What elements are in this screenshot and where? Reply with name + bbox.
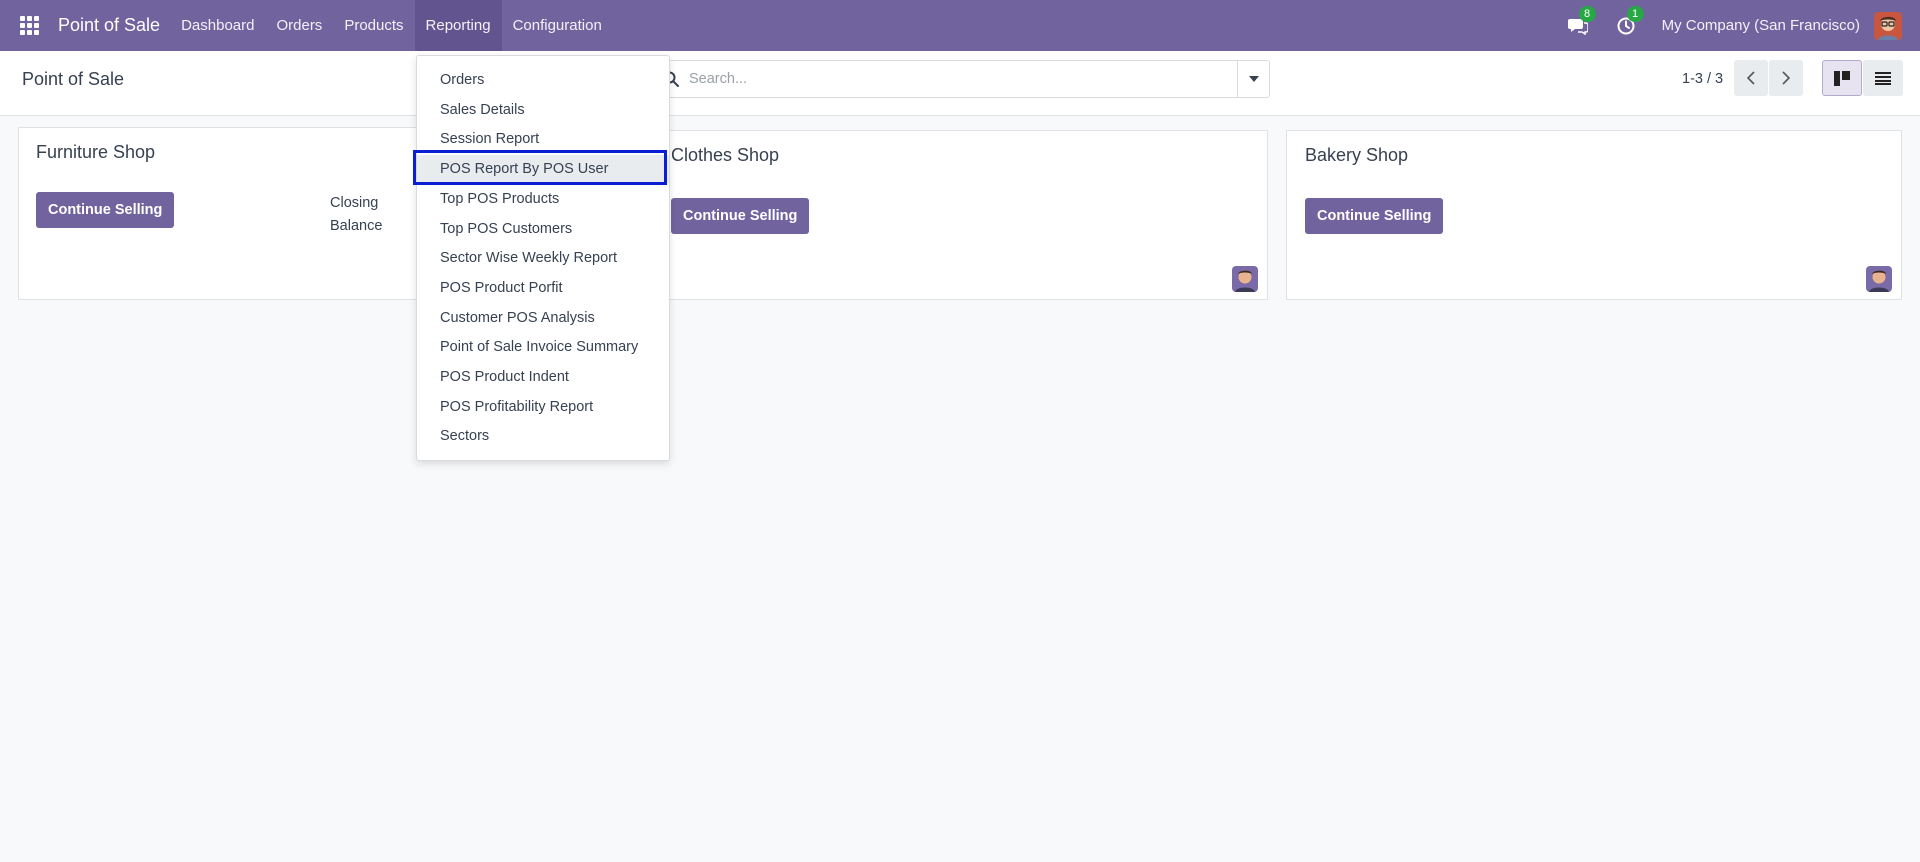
control-panel: Point of Sale 1-3 / 3 — [0, 51, 1920, 116]
pager-value[interactable]: 1-3 / 3 — [1682, 71, 1723, 87]
pager-previous-button[interactable] — [1734, 60, 1768, 96]
company-switcher[interactable]: My Company (San Francisco) — [1662, 17, 1860, 34]
menu-item-customer-pos-analysis[interactable]: Customer POS Analysis — [417, 304, 669, 332]
pager-next-button[interactable] — [1769, 60, 1803, 96]
menu-item-sectors[interactable]: Sectors — [417, 422, 669, 450]
kanban-view-button[interactable] — [1822, 60, 1862, 96]
menu-item-pos-profitability-report[interactable]: POS Profitability Report — [417, 393, 669, 421]
activities-button[interactable]: 1 — [1614, 5, 1644, 38]
menu-item-sales-details[interactable]: Sales Details — [417, 96, 669, 124]
pos-card-bakery-shop: Bakery Shop Continue Selling — [1286, 130, 1902, 300]
activities-count-badge: 1 — [1626, 5, 1644, 22]
card-title: Furniture Shop — [36, 142, 156, 162]
nav-configuration[interactable]: Configuration — [502, 0, 613, 51]
search-options-toggle[interactable] — [1237, 61, 1269, 97]
menu-item-top-pos-customers[interactable]: Top POS Customers — [417, 215, 669, 243]
nav-products[interactable]: Products — [333, 0, 414, 51]
user-avatar[interactable] — [1874, 11, 1902, 40]
menu-item-sector-wise-weekly-report[interactable]: Sector Wise Weekly Report — [417, 244, 669, 272]
kanban-icon — [1834, 70, 1850, 86]
continue-selling-button[interactable]: Continue Selling — [1305, 198, 1444, 234]
continue-selling-button[interactable]: Continue Selling — [671, 198, 810, 234]
menu-item-orders[interactable]: Orders — [417, 66, 669, 94]
menu-item-pos-product-profit[interactable]: POS Product Porfit — [417, 274, 669, 302]
messages-button[interactable]: 8 — [1566, 5, 1596, 38]
search-bar — [650, 60, 1270, 98]
card-title: Clothes Shop — [671, 145, 780, 165]
chevron-right-icon — [1782, 71, 1790, 85]
top-navbar: Point of Sale Dashboard Orders Products … — [0, 0, 1920, 51]
menu-item-session-report[interactable]: Session Report — [417, 125, 669, 153]
responsible-avatar[interactable] — [1232, 266, 1258, 292]
pos-card-furniture-shop: Furniture Shop Continue Selling Closing … — [18, 127, 428, 300]
apps-menu-icon[interactable] — [20, 15, 40, 36]
menu-item-pos-product-indent[interactable]: POS Product Indent — [417, 363, 669, 391]
search-input[interactable] — [689, 71, 1237, 87]
list-icon — [1875, 71, 1891, 85]
chevron-left-icon — [1747, 71, 1755, 85]
nav-orders[interactable]: Orders — [265, 0, 333, 51]
menu-item-pos-invoice-summary[interactable]: Point of Sale Invoice Summary — [417, 333, 669, 361]
list-view-button[interactable] — [1863, 60, 1903, 96]
nav-reporting[interactable]: Reporting — [414, 0, 502, 51]
closing-balance-label: Closing Balance — [330, 192, 382, 238]
messages-count-badge: 8 — [1578, 5, 1596, 22]
card-title: Bakery Shop — [1305, 145, 1409, 165]
caret-down-icon — [1248, 76, 1259, 82]
app-brand[interactable]: Point of Sale — [58, 15, 160, 36]
menu-item-top-pos-products[interactable]: Top POS Products — [417, 185, 669, 213]
menu-item-pos-report-by-pos-user[interactable]: POS Report By POS User — [417, 155, 669, 183]
continue-selling-button[interactable]: Continue Selling — [36, 192, 175, 228]
closing-label-line2: Balance — [330, 218, 383, 234]
closing-label-line1: Closing — [330, 195, 379, 211]
page-title: Point of Sale — [22, 69, 125, 89]
pos-card-clothes-shop: Clothes Shop Continue Selling — [656, 130, 1268, 300]
nav-dashboard[interactable]: Dashboard — [170, 0, 265, 51]
reporting-dropdown-menu: Orders Sales Details Session Report POS … — [416, 55, 670, 461]
responsible-avatar[interactable] — [1866, 266, 1892, 292]
